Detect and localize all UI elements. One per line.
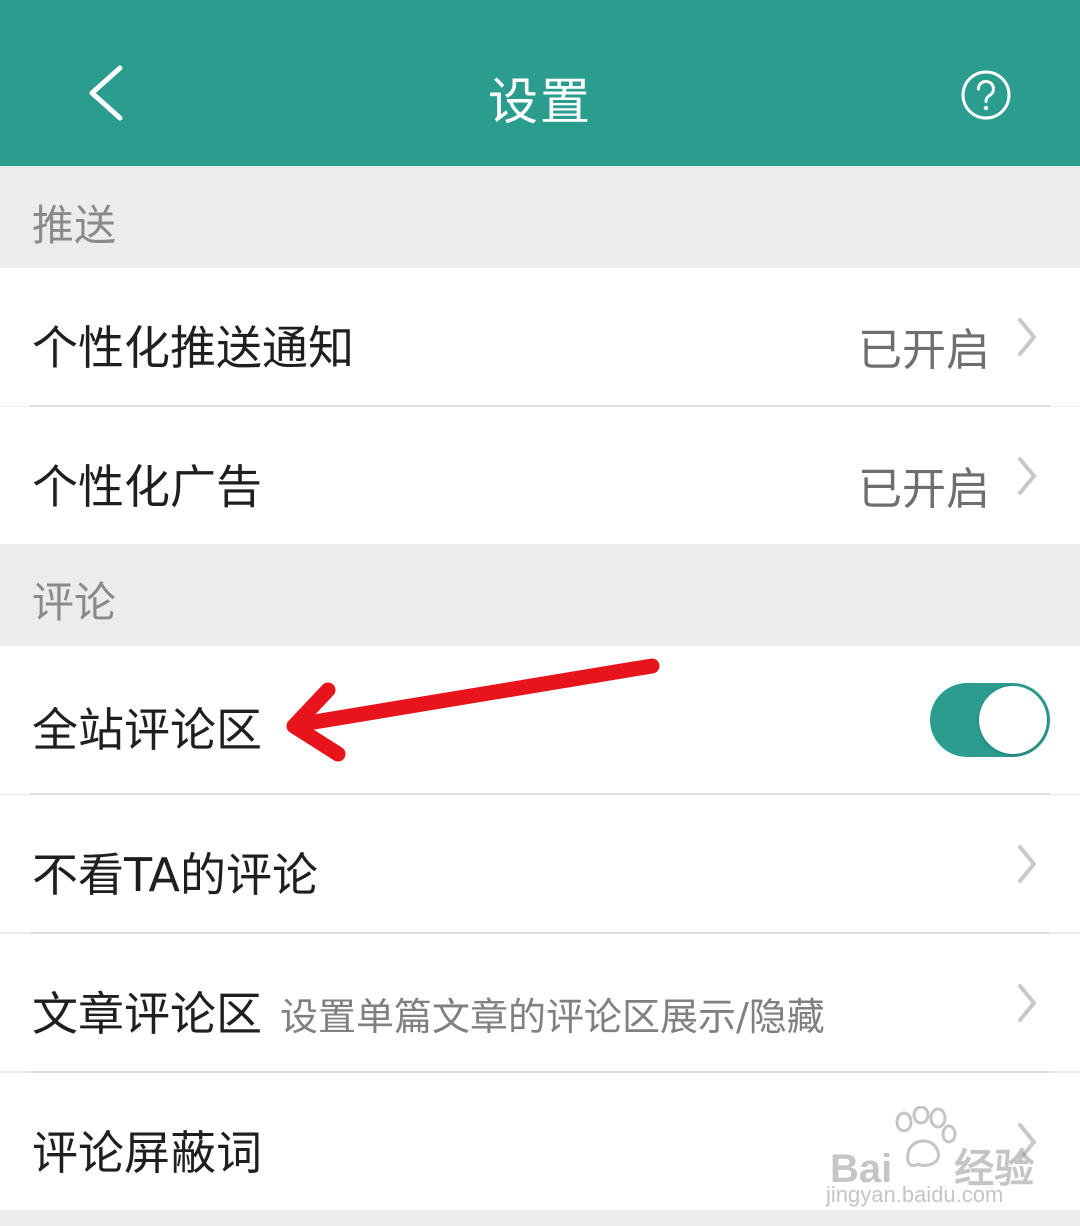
help-circle-icon	[961, 70, 1011, 120]
watermark-url: jingyan.baidu.com	[826, 1182, 1004, 1207]
section-header-comments: 评论	[0, 544, 1080, 646]
red-arrow-annotation	[286, 658, 660, 762]
row-status-value: 已开启	[858, 325, 990, 376]
chevron-right-icon	[1018, 318, 1036, 356]
row-sublabel: 设置单篇文章的评论区展示/隐藏	[280, 995, 825, 1039]
chevron-right-icon	[1018, 845, 1036, 883]
section-header-push: 推送	[0, 166, 1080, 268]
row-label-text: 文章评论区	[32, 987, 262, 1041]
help-button[interactable]	[960, 69, 1012, 121]
row-label: 个性化推送通知	[32, 321, 354, 375]
row-personalized-ads[interactable]: 个性化广告 已开启	[0, 407, 1080, 544]
row-personalized-push[interactable]: 个性化推送通知 已开启	[0, 268, 1080, 406]
site-comments-toggle[interactable]	[930, 683, 1050, 757]
baidu-watermark: Bai 经验 jingyan.baidu.com	[826, 1106, 1036, 1207]
chevron-right-icon	[1018, 457, 1036, 495]
row-label: 文章评论区 设置单篇文章的评论区展示/隐藏	[32, 978, 825, 1044]
row-label: 全站评论区	[32, 703, 262, 757]
app-header: 设置	[0, 0, 1080, 166]
row-status-value: 已开启	[858, 464, 990, 515]
toggle-knob	[979, 686, 1047, 754]
chevron-right-icon	[1018, 984, 1036, 1022]
row-article-comments[interactable]: 文章评论区 设置单篇文章的评论区展示/隐藏	[0, 934, 1080, 1071]
row-label: 不看TA的评论	[32, 848, 318, 902]
row-hide-user-comments[interactable]: 不看TA的评论	[0, 795, 1080, 932]
row-label: 个性化广告	[32, 460, 262, 514]
row-label: 评论屏蔽词	[32, 1126, 262, 1180]
page-title: 设置	[488, 73, 592, 131]
